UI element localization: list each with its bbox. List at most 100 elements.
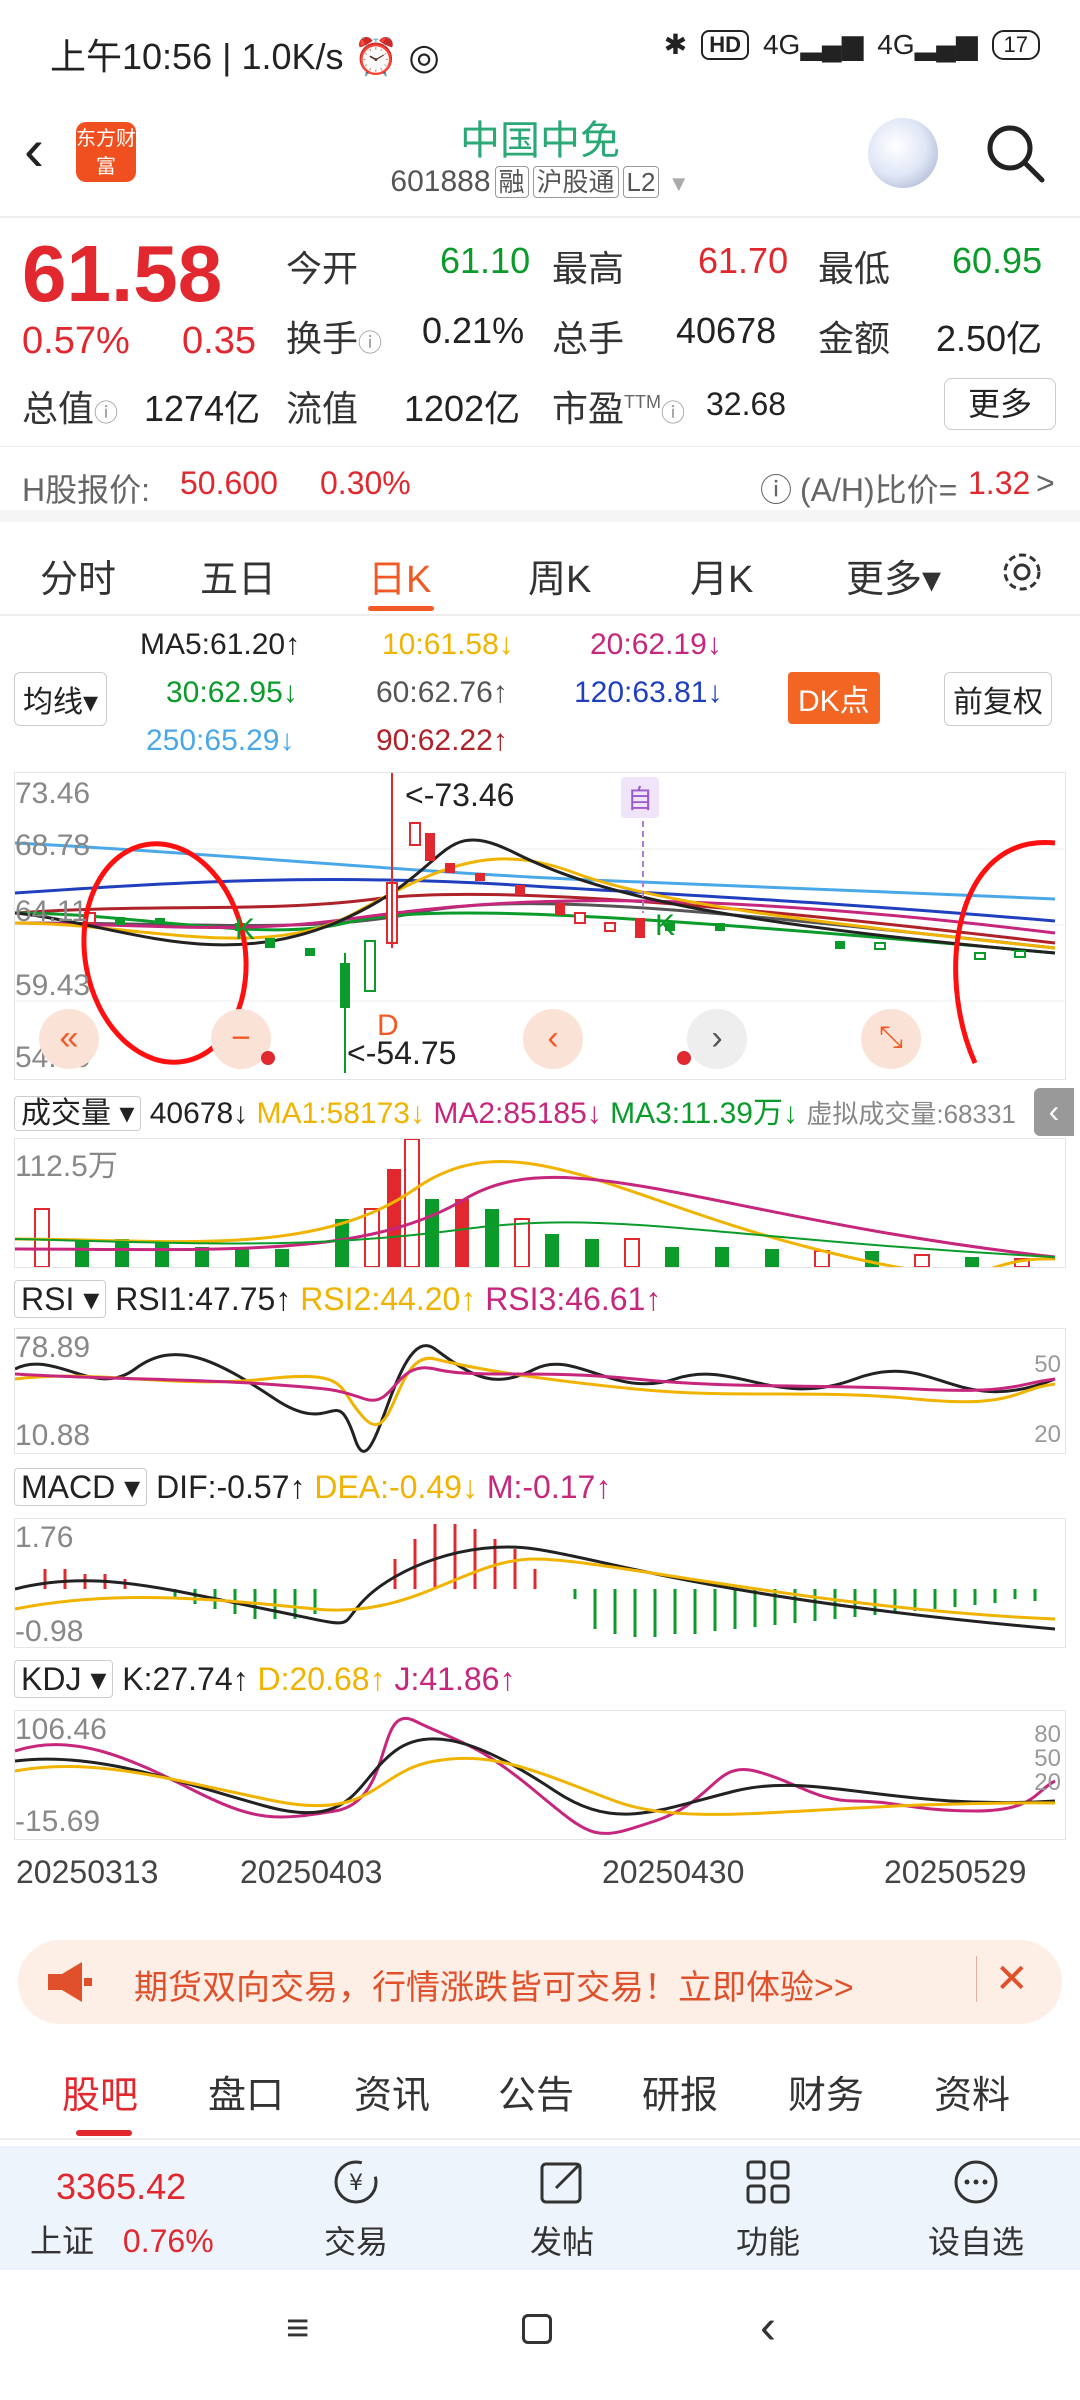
tab-profile[interactable]: 资料 — [934, 2064, 1010, 2119]
high-marker: <-73.46 — [405, 777, 515, 813]
self-select-marker[interactable]: 自 — [621, 777, 660, 818]
settings-gear-icon[interactable] — [996, 546, 1048, 598]
chevron-right-icon[interactable]: › — [687, 1009, 747, 1069]
event-dot — [261, 1051, 275, 1065]
j-value: J:41.86↑ — [394, 1661, 516, 1697]
fullscreen-icon[interactable]: ⤡ — [861, 1009, 921, 1069]
volume-panel: 成交量 ▾ 40678↓ MA1:58173↓ MA2:85185↓ MA3:1… — [0, 1082, 1080, 1272]
kline-y-3: 64.11 — [15, 895, 88, 928]
tab-intraday[interactable]: 分时 — [40, 548, 116, 603]
tab-news[interactable]: 资讯 — [354, 2064, 430, 2119]
tab-pankou[interactable]: 盘口 — [208, 2064, 284, 2119]
status-right: ✱ HD 4G▂▄▆ 4G▂▄▆ 17 — [664, 28, 1040, 61]
tab-monthly-k[interactable]: 月K — [690, 548, 753, 603]
d-signal: D — [377, 1009, 399, 1042]
pe-value: 32.68 — [706, 386, 787, 422]
pe-label[interactable]: 市盈TTMⓘ — [552, 380, 685, 432]
scroll-start-icon[interactable]: « — [39, 1009, 99, 1069]
dif-value: DIF:-0.57↑ — [156, 1469, 306, 1505]
kdj-legend: KDJ ▾ K:27.74↑ D:20.68↑ J:41.86↑ — [14, 1660, 515, 1698]
h-share-label: H股报价: — [22, 472, 151, 508]
index-quote[interactable]: 3365.42 上证 0.76% — [30, 2166, 270, 2262]
amount-label: 金额 — [818, 318, 891, 359]
rsi-chart: 78.89 10.88 50 20 — [14, 1328, 1066, 1454]
ma-selector[interactable]: 均线▾ — [14, 672, 108, 726]
volume-selector[interactable]: 成交量 ▾ — [14, 1096, 142, 1131]
tab-announcements[interactable]: 公告 — [498, 2064, 574, 2119]
vol-ma3: MA3:11.39万↓ — [610, 1097, 798, 1130]
date-label: 20250430 — [602, 1854, 745, 1890]
change-percent: 0.57% — [22, 320, 130, 362]
tab-more[interactable]: 更多▾ — [846, 548, 941, 603]
rsi2-value: RSI2:44.20↑ — [300, 1281, 477, 1317]
kdj-panel: KDJ ▾ K:27.74↑ D:20.68↑ J:41.86↑ 106.46 … — [0, 1654, 1080, 1844]
status-bar: 上午10:56 | 1.0K/s ⏰ ◎ ✱ HD 4G▂▄▆ 4G▂▄▆ 17 — [0, 0, 1080, 100]
ah-ratio-value: 1.32 — [968, 465, 1031, 501]
info-icon: ⓘ — [94, 400, 119, 427]
nav-functions[interactable]: 功能 — [698, 2156, 838, 2263]
tab-finance[interactable]: 财务 — [788, 2064, 864, 2119]
home-icon[interactable] — [522, 2314, 552, 2344]
rsi1-value: RSI1:47.75↑ — [115, 1281, 292, 1317]
back-nav-icon[interactable]: ‹ — [760, 2300, 776, 2355]
amount-value: 2.50亿 — [936, 318, 1043, 359]
rsi-level-50: 50 — [1034, 1351, 1061, 1378]
rsi-y-max: 78.89 — [15, 1331, 91, 1364]
hd-badge: HD — [701, 29, 749, 60]
h-share-row[interactable]: H股报价: 50.600 0.30% ⓘ (A/H)比价= 1.32 > — [0, 446, 1080, 522]
more-button[interactable]: 更多 — [944, 378, 1056, 430]
virtual-volume: 虚拟成交量:68331 — [806, 1099, 1016, 1129]
ma60-value: 60:62.76↑ — [376, 676, 508, 709]
nav-post[interactable]: 发帖 — [492, 2156, 632, 2263]
promo-banner[interactable]: 期货双向交易，行情涨跌皆可交易！立即体验>> ✕ — [18, 1940, 1062, 2024]
rsi-y-min: 10.88 — [15, 1419, 91, 1452]
mktcap-label[interactable]: 总值ⓘ — [22, 380, 118, 432]
index-value: 3365.42 — [56, 2166, 187, 2207]
low-label: 最低 — [818, 248, 891, 289]
caret-down-icon: ▼ — [667, 171, 690, 196]
h-share-pct: 0.30% — [320, 465, 411, 501]
kline-chart[interactable]: 73.46 68.78 64.11 59.43 54.75 <-73.46 <-… — [14, 772, 1066, 1080]
rsi-selector[interactable]: RSI ▾ — [14, 1280, 107, 1318]
kdj-y-max: 106.46 — [15, 1713, 107, 1746]
date-label: 20250529 — [884, 1854, 1027, 1890]
collapse-tab-icon[interactable]: ‹ — [1034, 1088, 1074, 1136]
open-value: 61.10 — [440, 240, 531, 281]
macd-selector[interactable]: MACD ▾ — [14, 1468, 148, 1506]
tab-guba[interactable]: 股吧 — [62, 2064, 138, 2119]
signal-icon-1: 4G▂▄▆ — [762, 29, 864, 60]
last-price: 61.58 — [22, 229, 223, 318]
connect-tag: 沪股通 — [532, 166, 619, 198]
bluetooth-icon: ✱ — [663, 29, 688, 60]
nav-trade[interactable]: ¥ 交易 — [286, 2156, 426, 2263]
tab-research[interactable]: 研报 — [642, 2064, 718, 2119]
turnover-label[interactable]: 换手ⓘ — [286, 310, 382, 362]
dk-point-button[interactable]: DK点 — [788, 672, 880, 724]
close-icon[interactable]: ✕ — [976, 1956, 1029, 2002]
tab-five-day[interactable]: 五日 — [200, 548, 276, 603]
macd-y-max: 1.76 — [15, 1521, 74, 1554]
ma10-value: 10:61.58↓ — [382, 628, 514, 661]
chevron-left-icon[interactable]: ‹ — [523, 1009, 583, 1069]
tab-daily-k[interactable]: 日K — [368, 548, 431, 603]
grid-icon — [746, 2160, 790, 2204]
active-tab-indicator — [76, 2130, 132, 2136]
margin-tag: 融 — [494, 166, 529, 198]
search-icon[interactable] — [984, 122, 1046, 184]
system-nav-bar: ≡ ‹ — [0, 2270, 1080, 2400]
volume-bars — [34, 1139, 1030, 1267]
h-share-price: 50.600 — [180, 465, 278, 501]
tab-weekly-k[interactable]: 周K — [528, 548, 591, 603]
alarm-icon: ⏰ — [353, 36, 409, 77]
kdj-selector[interactable]: KDJ ▾ — [14, 1660, 114, 1698]
help-icon[interactable]: ⓘ — [760, 465, 792, 511]
menu-icon[interactable]: ≡ — [286, 2306, 309, 2351]
index-name: 上证 — [30, 2223, 95, 2259]
k-signal-2: K — [655, 909, 676, 942]
adjust-selector[interactable]: 前复权 — [944, 672, 1052, 726]
nav-add-watchlist[interactable]: 设自选 — [906, 2156, 1046, 2263]
change-amount: 0.35 — [182, 320, 256, 362]
ma5-value: MA5:61.20↑ — [140, 628, 301, 661]
kdj-y-min: -15.69 — [15, 1805, 101, 1838]
robot-assistant-icon[interactable] — [868, 118, 938, 188]
